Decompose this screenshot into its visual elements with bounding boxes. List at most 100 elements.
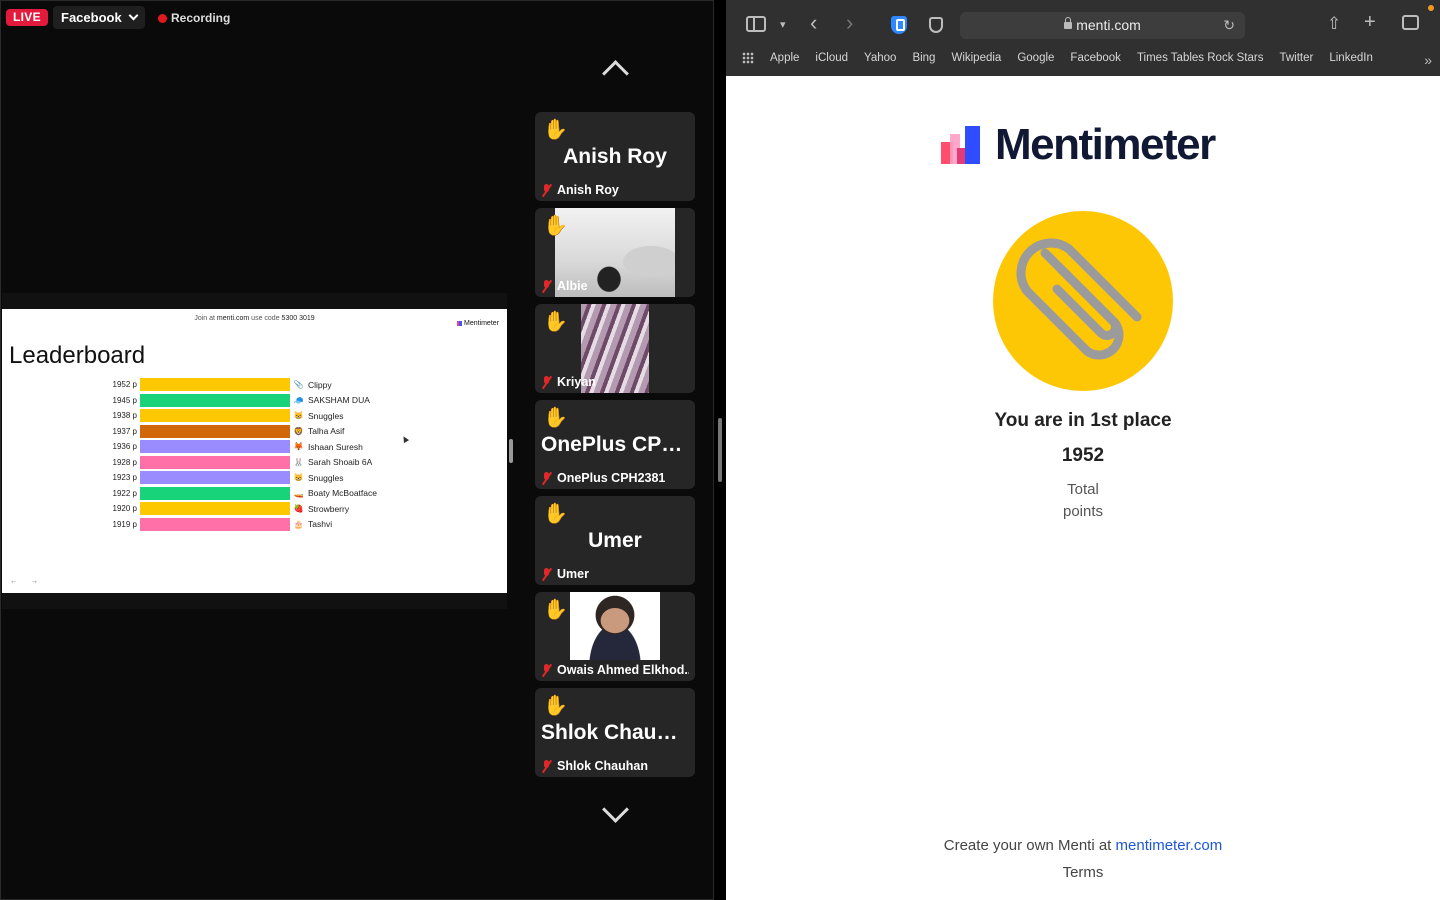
leaderboard-row: 1922 p 🚤 Boaty McBoatface [102, 486, 377, 502]
leaderboard-bar [140, 471, 290, 485]
privacy-icon[interactable] [929, 17, 943, 33]
slide-title: Leaderboard [9, 342, 146, 369]
bookmark-link[interactable]: Yahoo [864, 52, 896, 64]
score-label: Total points [1062, 481, 1104, 520]
forward-icon[interactable]: › [846, 12, 853, 34]
bookmark-link[interactable]: LinkedIn [1329, 52, 1372, 64]
paperclip-avatar-icon [993, 211, 1173, 391]
leaderboard-bar [140, 409, 290, 423]
leaderboard-name: Tashvi [308, 519, 333, 530]
participant-name-bar: Albie [541, 279, 689, 293]
scroll-up-chevron-icon[interactable] [598, 61, 632, 77]
mentimeter-link[interactable]: mentimeter.com [1116, 837, 1223, 854]
participant-name-bar: Anish Roy [541, 183, 689, 197]
chevron-down-icon [128, 10, 139, 21]
slide-nav: ← → [10, 578, 44, 585]
more-bookmarks-icon[interactable]: » [1424, 52, 1432, 68]
bookmark-link[interactable]: Bing [912, 52, 935, 64]
bookmark-link[interactable]: Facebook [1070, 52, 1121, 64]
participant-name-bar: Shlok Chauhan [541, 759, 689, 773]
participant-tile[interactable]: ✋ Umer Umer [535, 496, 695, 585]
mic-muted-icon [541, 567, 552, 581]
chevron-down-icon[interactable]: ▾ [780, 15, 786, 35]
plus-icon[interactable]: + [1364, 12, 1376, 32]
share-icon[interactable]: ⇧ [1327, 14, 1341, 34]
bookmark-link[interactable]: Wikipedia [951, 52, 1001, 64]
raised-hand-icon: ✋ [543, 599, 568, 621]
leaderboard-row: 1952 p 📎 Clippy [102, 377, 377, 393]
terms-link[interactable]: Terms [726, 864, 1440, 881]
player-avatar-icon: 🚤 [293, 488, 304, 498]
bookmark-link[interactable]: Twitter [1279, 52, 1313, 64]
mic-muted-icon [541, 759, 552, 773]
bookmark-link[interactable]: Apple [770, 52, 799, 64]
leaderboard-bar [140, 486, 290, 500]
participant-name: Albie [557, 279, 588, 293]
leaderboard-bar [140, 393, 290, 407]
participant-display-name: Umer [588, 529, 642, 552]
create-menti-cta: Create your own Menti at mentimeter.com [943, 837, 1223, 854]
reload-icon[interactable]: ↻ [1223, 12, 1235, 39]
leaderboard-points: 1936 p [112, 442, 137, 452]
bookmark-link[interactable]: iCloud [815, 52, 848, 64]
notification-dot [1428, 5, 1434, 11]
raised-hand-icon: ✋ [543, 695, 568, 717]
participant-tile[interactable]: ✋ Kriyan [535, 304, 695, 393]
brand-name: Mentimeter [995, 120, 1216, 169]
participant-name-bar: OnePlus CPH2381 [541, 471, 689, 485]
participant-tile[interactable]: ✋ Owais Ahmed Elkhod... [535, 592, 695, 681]
mic-muted-icon [541, 279, 552, 293]
scroll-down-chevron-icon[interactable] [598, 809, 632, 825]
participant-name-bar: Owais Ahmed Elkhod... [541, 663, 689, 677]
player-avatar-icon: 😸 [293, 473, 304, 483]
participant-tile[interactable]: ✋ Anish Roy Anish Roy [535, 112, 695, 201]
leaderboard-row: 1937 p 🦁 Talha Asif [102, 424, 377, 440]
split-drag-handle[interactable] [509, 439, 513, 463]
participant-name-bar: Umer [541, 567, 689, 581]
leaderboard-name: Boaty McBoatface [308, 488, 377, 499]
leaderboard-name: Talha Asif [308, 426, 345, 437]
lock-icon [1064, 17, 1073, 29]
participant-display-name: OnePlus CPH... [541, 433, 694, 456]
address-bar[interactable]: menti.com ↻ [960, 12, 1245, 39]
leaderboard-points: 1937 p [112, 426, 137, 436]
participant-name: Owais Ahmed Elkhod... [557, 663, 689, 677]
leaderboard-row: 1938 p 😸 Snuggles [102, 408, 377, 424]
leaderboard-row: 1923 p 😸 Snuggles [102, 470, 377, 486]
player-avatar-icon: 📎 [293, 380, 304, 390]
participant-video [570, 592, 660, 660]
participant-name: Umer [557, 567, 589, 581]
mic-muted-icon [541, 183, 552, 197]
participant-tile[interactable]: ✋ Shlok Chauhan Shlok Chauhan [535, 688, 695, 777]
bookmark-link[interactable]: Google [1017, 52, 1054, 64]
raised-hand-icon: ✋ [543, 119, 568, 141]
bookmark-link[interactable]: Times Tables Rock Stars [1137, 52, 1264, 64]
raised-hand-icon: ✋ [543, 311, 568, 333]
leaderboard-points: 1938 p [112, 411, 137, 421]
sidebar-icon[interactable] [746, 16, 766, 32]
participant-tile[interactable]: ✋ OnePlus CPH... OnePlus CPH2381 [535, 400, 695, 489]
participant-name: Shlok Chauhan [557, 759, 648, 773]
place-text: You are in 1st place [994, 410, 1172, 431]
leaderboard-name: Snuggles [308, 410, 344, 421]
back-icon[interactable]: ‹ [810, 12, 817, 34]
mentimeter-logo-icon [941, 126, 981, 164]
leaderboard-row: 1945 p 🧢 SAKSHAM DUA [102, 393, 377, 409]
slide-logo: Mentimeter [456, 320, 499, 327]
raised-hand-icon: ✋ [543, 503, 568, 525]
shield-icon[interactable] [891, 16, 907, 34]
url-text: menti.com [1076, 17, 1141, 33]
record-dot-icon [158, 13, 167, 23]
mouse-cursor-icon [400, 434, 410, 444]
stream-target-dropdown[interactable]: Facebook [53, 6, 145, 29]
participant-tile[interactable]: ✋ Albie [535, 208, 695, 297]
browser-toolbar: ▾ ‹ › menti.com ↻ ⇧ + Apple iCloud Yahoo Bi… [726, 0, 1440, 76]
leaderboard-bar [140, 424, 290, 438]
mentimeter-logo-icon [456, 321, 462, 326]
apps-grid-icon[interactable] [742, 52, 754, 64]
mic-muted-icon [541, 471, 552, 485]
window-divider-handle[interactable] [718, 418, 722, 482]
leaderboard-points: 1920 p [112, 504, 137, 514]
tabs-overview-icon[interactable] [1402, 15, 1419, 30]
player-avatar-icon: 🎂 [293, 519, 304, 529]
